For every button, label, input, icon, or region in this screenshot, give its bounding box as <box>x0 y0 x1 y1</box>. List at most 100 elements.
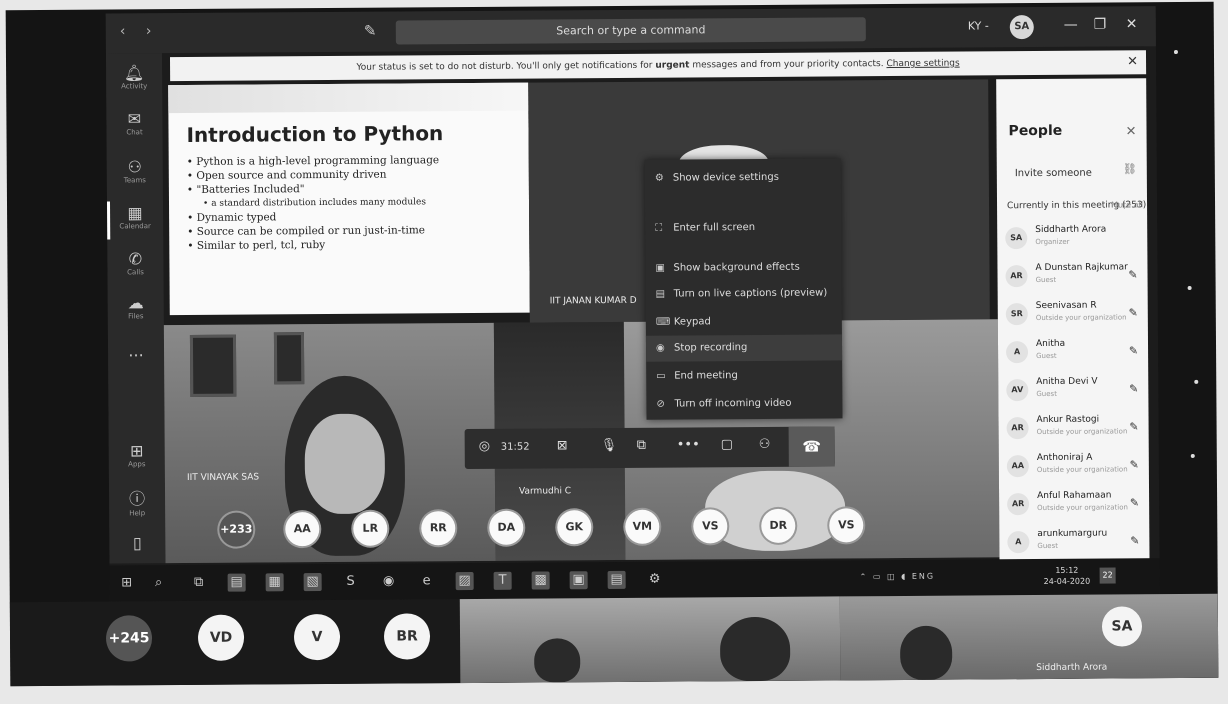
mic-muted-icon[interactable]: ✎ <box>1128 268 1137 281</box>
help-icon: ⓘ <box>128 489 146 509</box>
participant-row[interactable]: AR Ankur Rastogi Outside your organizati… <box>1006 412 1146 447</box>
participant-bubble[interactable]: AA <box>285 512 320 547</box>
mic-muted-icon[interactable]: ✎ <box>1130 534 1139 547</box>
participant-bubble[interactable]: VD <box>197 614 245 661</box>
participant-bubble[interactable]: DR <box>761 508 796 543</box>
menu-label: Keypad <box>673 316 711 328</box>
mic-muted-icon[interactable]: ✎ <box>1129 344 1138 357</box>
participant-row[interactable]: AR A Dunstan Rajkumar Guest ✎ <box>1005 260 1145 295</box>
participant-bubble[interactable]: V <box>293 613 341 661</box>
rail-teams[interactable]: ⚇ Teams <box>115 157 155 184</box>
participant-row[interactable]: AR Anful Rahamaan Outside your organizat… <box>1007 488 1147 523</box>
nav-arrows[interactable]: ‹ › <box>120 23 160 39</box>
hang-up-button[interactable]: ☎︎ <box>788 426 835 467</box>
banner-emph: urgent <box>655 60 690 71</box>
windows-start-icon[interactable]: ⊞ <box>118 574 136 592</box>
notifications-icon[interactable]: 22 <box>1099 567 1116 584</box>
participant-row[interactable]: A Anitha Guest ✎ <box>1005 336 1146 371</box>
participant-role: Outside your organization <box>1035 313 1127 323</box>
menu-live-captions[interactable]: ▤ Turn on live captions (preview) <box>646 280 842 307</box>
file-explorer-icon[interactable]: ▤ <box>227 573 246 592</box>
rail-chat[interactable]: ✉ Chat <box>114 109 154 136</box>
participant-bubble[interactable]: RR <box>421 511 456 546</box>
mic-muted-icon[interactable]: ✎ <box>1129 306 1138 319</box>
mic-muted-icon[interactable]: ✎ <box>1129 382 1138 395</box>
rail-files[interactable]: ☁ Files <box>116 293 156 320</box>
compose-icon[interactable]: ✎ <box>364 22 377 40</box>
share-screen-icon[interactable]: ⧉ <box>637 438 646 453</box>
close-icon[interactable]: ✕ <box>1127 50 1138 74</box>
skype-icon[interactable]: S <box>342 573 360 591</box>
participant-name: Ankur Rastogi <box>1036 414 1100 426</box>
participant-row[interactable]: AV Anitha Devi V Guest ✎ <box>1006 374 1146 409</box>
restore-icon[interactable]: ❐ <box>1094 17 1107 33</box>
fullscreen-icon: ⛶ <box>655 222 663 234</box>
close-icon[interactable]: ✕ <box>1126 124 1137 139</box>
participant-bubble[interactable]: LR <box>353 511 388 546</box>
mic-muted-icon[interactable]: ✎ <box>1130 458 1139 471</box>
link-icon[interactable]: ⛓ <box>1123 162 1137 175</box>
self-avatar[interactable]: SA <box>1101 606 1143 647</box>
rail-more[interactable]: ... <box>116 341 156 360</box>
camera-off-icon[interactable]: ⊠ <box>557 438 568 453</box>
menu-full-screen[interactable]: ⛶ Enter full screen <box>645 214 841 241</box>
mic-muted-icon[interactable]: ✎ <box>1129 420 1138 433</box>
chrome-icon[interactable]: ◉ <box>380 573 398 591</box>
overflow-count[interactable]: +245 <box>105 615 153 662</box>
change-settings-link[interactable]: Change settings <box>886 59 959 70</box>
menu-end-meeting[interactable]: ▭ End meeting <box>646 362 842 389</box>
mic-muted-icon[interactable]: ✎ <box>1130 496 1139 509</box>
device-icon[interactable]: ▯ <box>117 533 157 552</box>
participant-row[interactable]: AA Anthoniraj A Outside your organizatio… <box>1006 450 1147 485</box>
participant-bubble[interactable]: BR <box>383 613 431 660</box>
app-icon[interactable]: ▦ <box>265 573 284 592</box>
overflow-count[interactable]: +233 <box>219 512 254 547</box>
chat-icon[interactable]: ▢ <box>721 437 733 452</box>
rail-calls[interactable]: ✆ Calls <box>115 249 155 276</box>
participant-row[interactable]: SA Siddharth Arora Organizer <box>1005 222 1145 257</box>
menu-stop-recording[interactable]: ◉ Stop recording <box>645 334 843 362</box>
edge-icon[interactable]: e <box>418 572 436 590</box>
participant-bubble[interactable]: GK <box>557 510 592 545</box>
account-switcher[interactable]: KY - <box>968 19 989 32</box>
app-icon[interactable]: ▨ <box>455 571 474 591</box>
app-icon[interactable]: ▣ <box>569 571 588 590</box>
teams-taskbar-icon[interactable]: T <box>493 571 512 590</box>
rail-help[interactable]: ⓘ Help <box>117 485 157 517</box>
task-view-icon[interactable]: ⧉ <box>190 574 208 592</box>
mic-icon[interactable]: 🎙︎ <box>601 438 618 453</box>
rail-activity[interactable]: 🔔︎ Activity <box>114 63 154 90</box>
participant-bubble[interactable]: VS <box>829 508 864 543</box>
close-icon[interactable]: ✕ <box>1126 16 1138 32</box>
search-icon[interactable]: ⌕ <box>150 574 168 592</box>
participant-bubble[interactable]: VS <box>693 509 728 544</box>
app-icon[interactable]: ▤ <box>607 570 626 590</box>
app-icon[interactable]: ▧ <box>303 573 322 592</box>
more-options-icon[interactable]: ••• <box>677 437 700 452</box>
mute-all-button[interactable]: Mute all <box>1111 200 1143 209</box>
more-actions-menu: ⚙ Show device settings ⛶ Enter full screen… <box>644 158 843 420</box>
minimize-icon[interactable]: — <box>1064 17 1078 33</box>
participant-row[interactable]: A arunkumarguru Guest ✎ <box>1007 526 1147 561</box>
system-tray[interactable]: ⌃ ▭ ◫ ◖ ENG <box>860 572 936 582</box>
taskbar-clock[interactable]: 15:12 24-04-2020 <box>1044 565 1091 587</box>
settings-gear-icon[interactable]: ⚙ <box>646 571 664 589</box>
search-input[interactable]: Search or type a command <box>395 17 866 45</box>
menu-keypad[interactable]: ⌨ Keypad <box>646 308 842 335</box>
app-icon[interactable]: ▩ <box>531 571 550 590</box>
participant-row[interactable]: SR Seenivasan R Outside your organizatio… <box>1005 298 1146 333</box>
menu-background-effects[interactable]: ▣ Show background effects <box>645 254 841 281</box>
calendar-icon: ▦ <box>127 203 143 223</box>
participant-bubble[interactable]: DA <box>489 510 524 545</box>
avatar[interactable]: SA <box>1009 15 1034 40</box>
menu-device-settings[interactable]: ⚙ Show device settings <box>645 164 841 191</box>
menu-turn-off-video[interactable]: ⊘ Turn off incoming video <box>646 390 842 417</box>
participants-icon[interactable]: ⚇ <box>759 437 771 452</box>
slide-header-band <box>168 82 529 114</box>
more-icon: ... <box>128 341 144 361</box>
invite-someone-input[interactable]: Invite someone <box>1007 160 1135 187</box>
rail-apps[interactable]: ⊞ Apps <box>117 441 157 468</box>
rail-calendar[interactable]: ▦ Calendar <box>115 203 155 230</box>
language-indicator: ENG <box>911 571 936 581</box>
participant-bubble[interactable]: VM <box>625 509 660 544</box>
